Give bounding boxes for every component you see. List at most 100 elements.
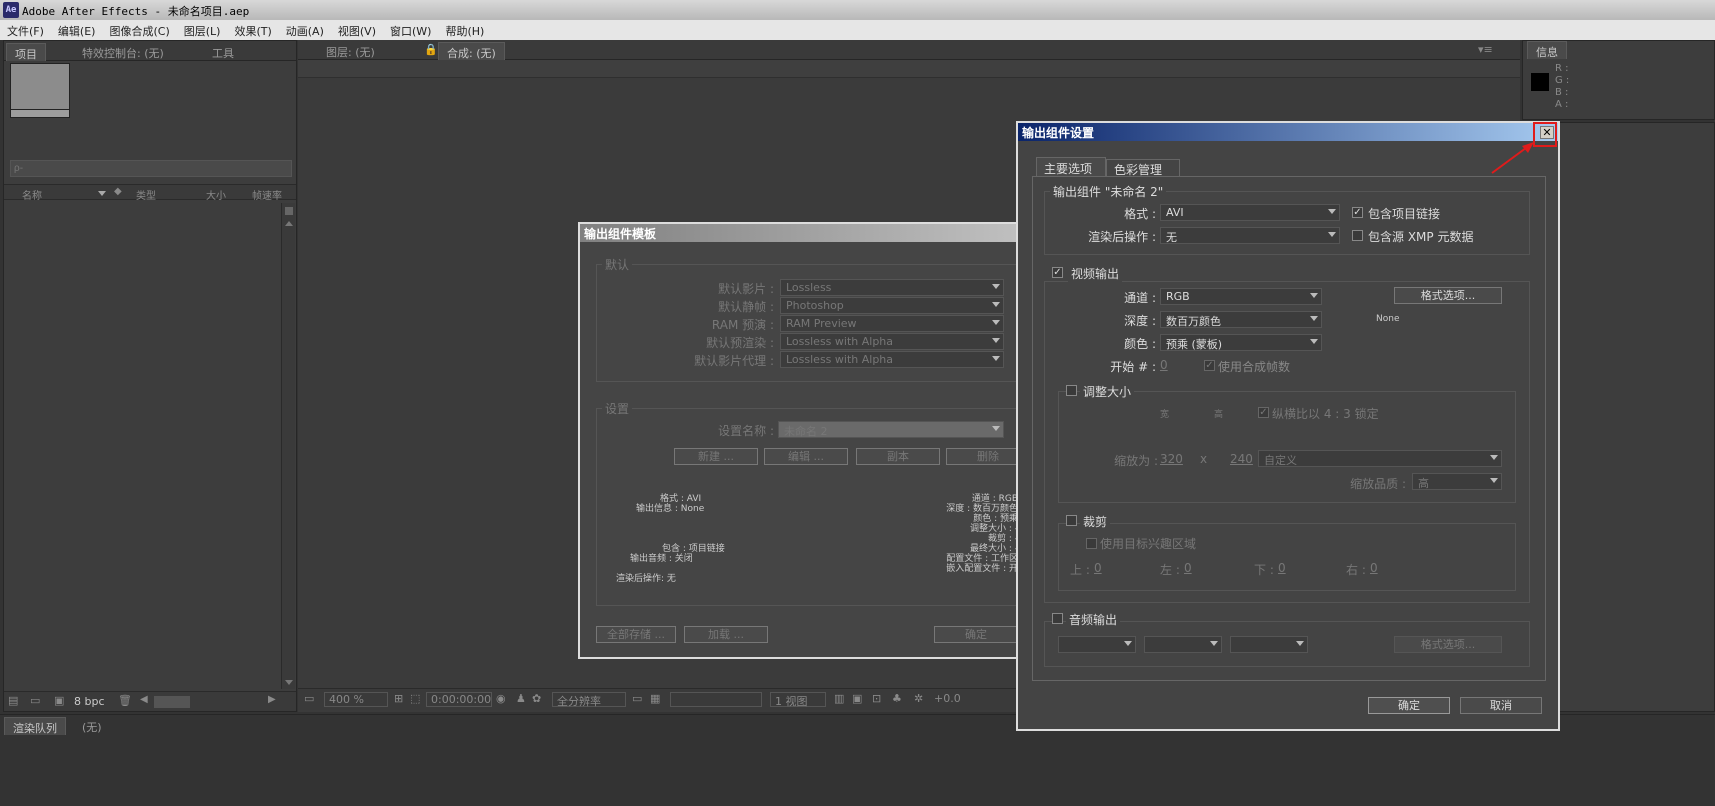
tab-effect-controls[interactable]: 特效控制台: (无) bbox=[74, 43, 172, 61]
default-still-select[interactable]: Photoshop bbox=[780, 297, 1004, 314]
scroll-left-icon[interactable]: ◀ bbox=[140, 694, 148, 705]
crop-right-value[interactable]: 0 bbox=[1370, 561, 1378, 575]
region-of-interest-icon[interactable]: ▭ bbox=[632, 692, 642, 705]
tab-color-management[interactable]: 色彩管理 bbox=[1106, 159, 1180, 177]
audio-output-checkbox[interactable] bbox=[1052, 613, 1063, 624]
column-framerate[interactable]: 帧速率 bbox=[252, 187, 282, 202]
use-comp-frame-checkbox[interactable]: ✓ bbox=[1204, 360, 1215, 371]
column-name[interactable]: 名称 bbox=[22, 187, 42, 202]
ram-preview-select[interactable]: RAM Preview bbox=[780, 315, 1004, 332]
save-all-button[interactable]: 全部存储 ... bbox=[596, 626, 676, 643]
interpret-footage-icon[interactable]: ▤ bbox=[8, 694, 18, 707]
edit-button[interactable]: 编辑 ... bbox=[764, 448, 848, 465]
menu-file[interactable]: 文件(F) bbox=[0, 20, 51, 40]
use-roi-checkbox[interactable] bbox=[1086, 538, 1097, 549]
tab-tools[interactable]: 工具 bbox=[204, 43, 242, 61]
flowchart-icon[interactable] bbox=[285, 207, 293, 215]
bit-depth-button[interactable]: 8 bpc bbox=[74, 695, 105, 708]
include-xmp-checkbox[interactable] bbox=[1352, 230, 1363, 241]
new-button[interactable]: 新建 ... bbox=[674, 448, 758, 465]
lock-aspect-checkbox[interactable]: ✓ bbox=[1258, 407, 1269, 418]
resize-quality-select[interactable]: 高 bbox=[1412, 473, 1502, 490]
project-search-input[interactable] bbox=[10, 160, 292, 177]
column-type[interactable]: 类型 bbox=[136, 187, 156, 202]
scroll-down-icon[interactable] bbox=[285, 680, 293, 685]
menu-edit[interactable]: 编辑(E) bbox=[51, 20, 103, 40]
lock-icon[interactable]: 🔒 bbox=[424, 43, 438, 56]
format-select[interactable]: AVI bbox=[1160, 204, 1340, 221]
safe-margins-icon[interactable]: ⊞ bbox=[394, 692, 403, 705]
timeline-icon[interactable]: ⊡ bbox=[872, 692, 881, 705]
trash-icon[interactable]: 🗑 bbox=[118, 694, 132, 707]
ok-button[interactable]: 确定 bbox=[1368, 697, 1450, 714]
settings-name-field[interactable]: 未命名 2 bbox=[778, 421, 1004, 438]
resolution-select[interactable]: 全分辨率 bbox=[552, 692, 626, 708]
resize-preset-select[interactable]: 自定义 bbox=[1258, 450, 1502, 467]
exposure-value[interactable]: +0.0 bbox=[934, 692, 961, 705]
show-snapshot-icon[interactable]: ♟ bbox=[516, 692, 526, 705]
tab-layer[interactable]: 图层: (无) bbox=[318, 42, 383, 60]
channel-select[interactable]: RGB bbox=[1160, 288, 1322, 305]
scroll-right-icon[interactable]: ▶ bbox=[268, 694, 276, 705]
column-size[interactable]: 大小 bbox=[206, 187, 226, 202]
crop-checkbox[interactable] bbox=[1066, 515, 1077, 526]
tab-composition[interactable]: 合成: (无) bbox=[438, 42, 505, 60]
include-project-link-checkbox[interactable]: ✓ bbox=[1352, 207, 1363, 218]
view-layout-select[interactable]: 1 视图 bbox=[770, 692, 826, 708]
default-proxy-select[interactable]: Lossless with Alpha bbox=[780, 351, 1004, 368]
menu-layer[interactable]: 图层(L) bbox=[177, 20, 228, 40]
default-movie-select[interactable]: Lossless bbox=[780, 279, 1004, 296]
timecode-field[interactable]: 0:00:00:00 bbox=[426, 692, 492, 707]
always-preview-icon[interactable]: ▭ bbox=[304, 692, 314, 705]
zoom-select[interactable]: 400 % bbox=[324, 692, 388, 707]
menu-view[interactable]: 视图(V) bbox=[331, 20, 383, 40]
project-scrollbar[interactable] bbox=[281, 203, 295, 689]
sort-arrow-icon[interactable] bbox=[98, 191, 106, 196]
tab-render-queue[interactable]: 渲染队列 bbox=[4, 717, 66, 735]
template-ok-button[interactable]: 确定 bbox=[934, 626, 1018, 643]
start-value[interactable]: 0 bbox=[1160, 358, 1168, 372]
post-render-select[interactable]: 无 bbox=[1160, 227, 1340, 244]
exposure-icon[interactable]: ✲ bbox=[914, 692, 923, 705]
crop-top-value[interactable]: 0 bbox=[1094, 561, 1102, 575]
cancel-button[interactable]: 取消 bbox=[1460, 697, 1542, 714]
duplicate-button[interactable]: 副本 bbox=[856, 448, 940, 465]
audio-channels-select[interactable] bbox=[1230, 636, 1308, 653]
default-prerender-select[interactable]: Lossless with Alpha bbox=[780, 333, 1004, 350]
channel-icon[interactable]: ✿ bbox=[532, 692, 541, 705]
flowchart-icon[interactable]: ♣ bbox=[892, 692, 902, 705]
pixel-aspect-icon[interactable]: ▥ bbox=[834, 692, 844, 705]
format-options-button[interactable]: 格式选项... bbox=[1394, 287, 1502, 304]
tab-info[interactable]: 信息 bbox=[1527, 41, 1567, 59]
crop-left-value[interactable]: 0 bbox=[1184, 561, 1192, 575]
crop-bottom-value[interactable]: 0 bbox=[1278, 561, 1286, 575]
label-tag-icon[interactable]: ◆ bbox=[114, 186, 122, 197]
color-select[interactable]: 预乘 (蒙板) bbox=[1160, 334, 1322, 351]
audio-format-options-button[interactable]: 格式选项... bbox=[1394, 636, 1502, 653]
load-button[interactable]: 加载 ... bbox=[684, 626, 768, 643]
tab-project[interactable]: 项目 bbox=[6, 43, 46, 61]
resize-checkbox[interactable] bbox=[1066, 385, 1077, 396]
resize-height-value[interactable]: 240 bbox=[1230, 452, 1253, 466]
menu-effect[interactable]: 效果(T) bbox=[227, 20, 278, 40]
snapshot-icon[interactable]: ◉ bbox=[496, 692, 506, 705]
menu-window[interactable]: 窗口(W) bbox=[383, 20, 438, 40]
camera-view-select[interactable] bbox=[670, 692, 762, 707]
menu-animation[interactable]: 动画(A) bbox=[279, 20, 331, 40]
new-folder-icon[interactable]: ▭ bbox=[30, 694, 40, 707]
fast-preview-icon[interactable]: ▣ bbox=[852, 692, 862, 705]
audio-depth-select[interactable] bbox=[1144, 636, 1222, 653]
resize-width-value[interactable]: 320 bbox=[1160, 452, 1183, 466]
menu-composition[interactable]: 图像合成(C) bbox=[102, 20, 176, 40]
new-composition-icon[interactable]: ▣ bbox=[54, 694, 64, 707]
menu-help[interactable]: 帮助(H) bbox=[438, 20, 491, 40]
horizontal-scroll-thumb[interactable] bbox=[154, 696, 190, 708]
depth-select[interactable]: 数百万颜色 bbox=[1160, 311, 1322, 328]
region-icon[interactable]: ⬚ bbox=[410, 692, 420, 705]
transparency-grid-icon[interactable]: ▦ bbox=[650, 692, 660, 705]
video-output-checkbox[interactable]: ✓ bbox=[1052, 267, 1063, 278]
tab-none[interactable]: (无) bbox=[74, 717, 110, 735]
audio-rate-select[interactable] bbox=[1058, 636, 1136, 653]
panel-menu-icon[interactable]: ▾≡ bbox=[1478, 43, 1493, 56]
tab-main-options[interactable]: 主要选项 bbox=[1036, 157, 1106, 176]
